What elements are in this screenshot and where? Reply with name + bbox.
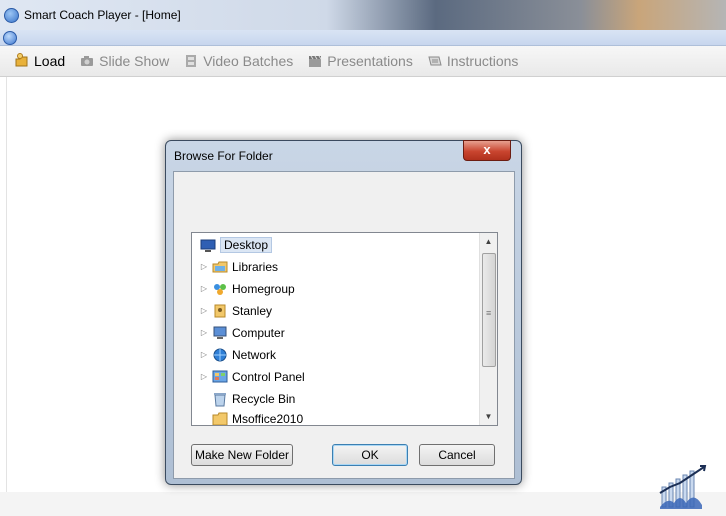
window-titlebar[interactable]: Smart Coach Player - [Home] — [0, 0, 726, 30]
desktop-icon — [200, 237, 216, 253]
chart-logo-icon — [658, 463, 710, 513]
tree-item-libraries[interactable]: ▷ Libraries — [200, 257, 278, 277]
close-button[interactable]: x — [463, 140, 511, 161]
content-border — [6, 77, 7, 492]
network-icon — [212, 347, 228, 363]
load-label: Load — [34, 53, 66, 69]
expand-arrow-icon[interactable]: ▷ — [200, 351, 208, 359]
film-icon — [183, 53, 199, 69]
tree-item-label: Homegroup — [232, 282, 295, 296]
close-icon: x — [483, 142, 491, 157]
app-icon — [4, 8, 19, 23]
video-batches-button[interactable]: Video Batches — [183, 46, 293, 76]
tree-item-network[interactable]: ▷ Network — [200, 345, 276, 365]
expand-arrow-icon[interactable]: ▷ — [200, 307, 208, 315]
tree-item-label: Libraries — [232, 260, 279, 274]
slide-show-button[interactable]: Slide Show — [79, 46, 169, 76]
instructions-label: Instructions — [446, 53, 519, 69]
scrollbar-thumb[interactable]: ≡ — [482, 253, 496, 367]
control-panel-icon — [212, 369, 228, 385]
tree-item-label: Stanley — [232, 304, 273, 318]
menu-strip — [0, 30, 726, 46]
tree-item-msoffice2010[interactable]: Msoffice2010 — [212, 409, 304, 426]
homegroup-icon — [212, 281, 228, 297]
tree-item-recycle-bin[interactable]: Recycle Bin — [212, 389, 295, 409]
tree-item-label: Computer — [232, 326, 285, 340]
browse-for-folder-dialog: Browse For Folder x Desktop ▷ Libraries … — [165, 140, 522, 485]
grip-icon: ≡ — [486, 308, 492, 318]
presentations-label: Presentations — [327, 53, 413, 69]
recycle-bin-icon — [212, 391, 228, 407]
folder-hand-icon — [14, 53, 30, 69]
dialog-body: Desktop ▷ Libraries ▷ Homegroup ▷ Stanle… — [173, 171, 515, 479]
tree-item-desktop[interactable]: Desktop — [200, 235, 273, 255]
expand-arrow-icon[interactable]: ▷ — [200, 263, 208, 271]
tree-item-stanley[interactable]: ▷ Stanley — [200, 301, 272, 321]
tree-item-label: Msoffice2010 — [232, 412, 304, 426]
user-folder-icon — [212, 303, 228, 319]
instructions-button[interactable]: Instructions — [427, 46, 519, 76]
tree-scrollbar[interactable]: ▲ ≡ ▼ — [479, 233, 497, 425]
clapper-icon — [307, 53, 323, 69]
tree-item-label: Desktop — [220, 237, 273, 253]
ok-button[interactable]: OK — [332, 444, 408, 466]
tree-item-label: Control Panel — [232, 370, 305, 384]
expand-arrow-icon[interactable]: ▷ — [200, 329, 208, 337]
folder-tree[interactable]: Desktop ▷ Libraries ▷ Homegroup ▷ Stanle… — [191, 232, 498, 426]
expand-arrow-icon[interactable]: ▷ — [200, 373, 208, 381]
make-new-folder-button[interactable]: Make New Folder — [191, 444, 293, 466]
load-button[interactable]: Load — [14, 46, 65, 76]
cancel-button[interactable]: Cancel — [419, 444, 495, 466]
libraries-icon — [212, 259, 228, 275]
document-icon — [427, 53, 443, 69]
dialog-title: Browse For Folder — [174, 149, 273, 163]
video-batches-label: Video Batches — [203, 53, 294, 69]
computer-icon — [212, 325, 228, 341]
scroll-up-arrow-icon[interactable]: ▲ — [480, 233, 497, 250]
camera-icon — [79, 53, 95, 69]
scroll-down-arrow-icon[interactable]: ▼ — [480, 408, 497, 425]
slide-show-label: Slide Show — [99, 53, 170, 69]
toolbar: Load Slide Show Video Batches Presentati… — [0, 46, 726, 77]
window-title: Smart Coach Player - [Home] — [24, 8, 181, 22]
expand-arrow-icon[interactable]: ▷ — [200, 285, 208, 293]
tree-item-control-panel[interactable]: ▷ Control Panel — [200, 367, 305, 387]
presentations-button[interactable]: Presentations — [307, 46, 413, 76]
app-menu-orb-icon[interactable] — [3, 31, 17, 45]
tree-item-homegroup[interactable]: ▷ Homegroup — [200, 279, 295, 299]
tree-item-label: Recycle Bin — [232, 392, 296, 406]
tree-item-label: Network — [232, 348, 277, 362]
folder-icon — [212, 411, 228, 425]
tree-item-computer[interactable]: ▷ Computer — [200, 323, 285, 343]
